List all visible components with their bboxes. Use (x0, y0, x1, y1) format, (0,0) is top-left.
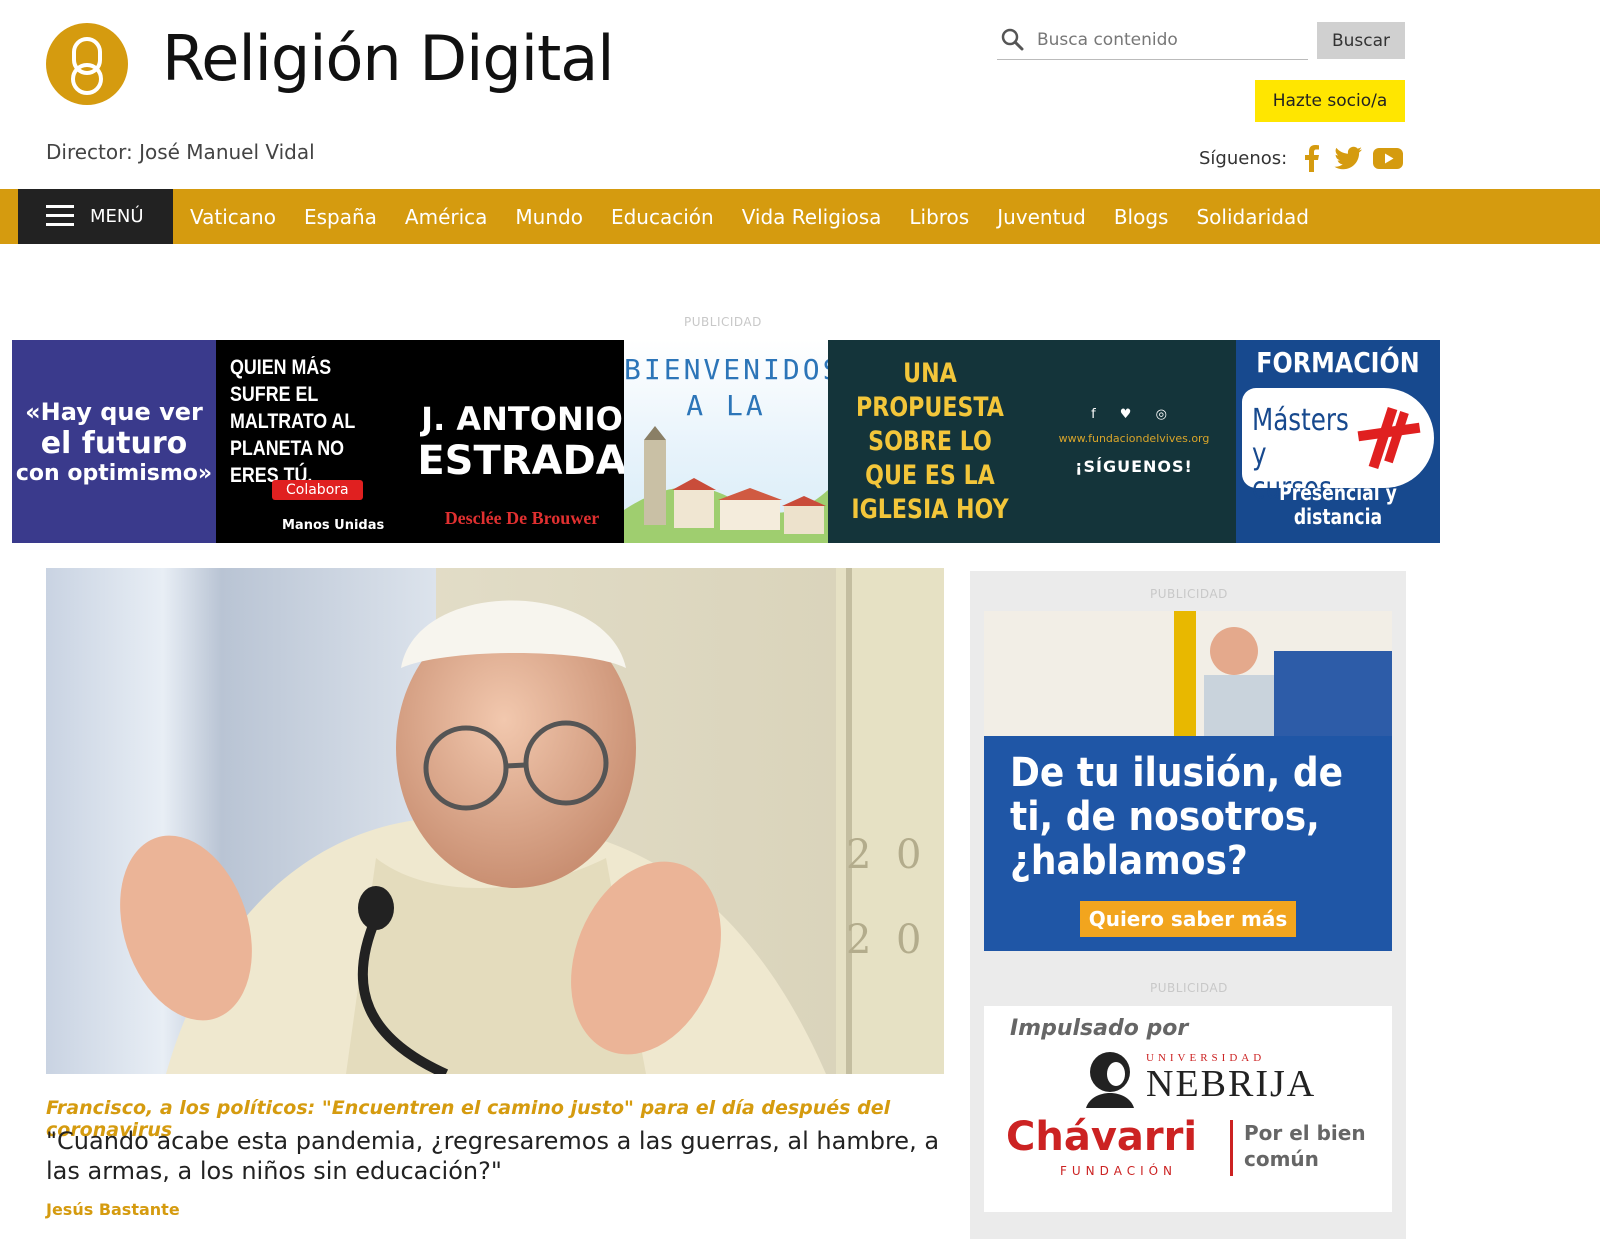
svg-text:0: 0 (896, 832, 921, 878)
ad-label: PUBLICIDAD (684, 315, 762, 329)
youtube-icon[interactable] (1372, 142, 1404, 174)
nav-items: Vaticano España América Mundo Educación … (190, 189, 1337, 244)
ad-text: el futuro (40, 425, 188, 461)
ad-text: J. ANTONIO (421, 399, 623, 438)
ad-tile-estrada[interactable]: J. ANTONIO ESTRADA Desclée De Brouwer (420, 340, 624, 543)
hero-illustration: 2 0 2 0 (46, 568, 944, 1074)
ad-text: Presencial y distancia (1279, 481, 1397, 529)
svg-text:2: 2 (846, 917, 871, 963)
ad-tile-futuro[interactable]: «Hay que ver el futuro con optimismo» (12, 340, 216, 543)
ad-tile-formacion[interactable]: FORMACIÓN Másters y cursos Presencial y … (1236, 340, 1440, 543)
story-headline[interactable]: "Cuando acabe esta pandemia, ¿regresarem… (46, 1126, 944, 1186)
ad-text: FUNDACIÓN (1060, 1164, 1178, 1178)
ad-pill: Másters y cursos (1242, 388, 1434, 506)
ad-tile-bienvenidos[interactable]: BIENVENIDOS A LA (624, 340, 828, 543)
nav-item-america[interactable]: América (405, 205, 488, 229)
ad-text: Impulsado por (1010, 1016, 1189, 1041)
site-title[interactable]: Religión Digital (162, 22, 614, 95)
ad-text: con optimismo» (15, 460, 213, 486)
nav-item-vaticano[interactable]: Vaticano (190, 205, 276, 229)
ad-text: NEBRIJA (1146, 1063, 1317, 1105)
facebook-icon[interactable] (1296, 142, 1328, 174)
classroom-illustration (984, 611, 1392, 741)
twitter-icon[interactable] (1332, 142, 1364, 174)
ad-divider (1230, 1120, 1233, 1176)
search-box (997, 22, 1308, 60)
director-credit: Director: José Manuel Vidal (46, 140, 315, 164)
ad-text: De tu ilusión, de ti, de nosotros, ¿habl… (1010, 750, 1344, 884)
quiero-saber-mas-button[interactable]: Quiero saber más (1080, 901, 1296, 937)
nav-item-vida-religiosa[interactable]: Vida Religiosa (742, 205, 882, 229)
nav-item-juventud[interactable]: Juventud (997, 205, 1086, 229)
menu-button[interactable]: MENÚ (18, 189, 173, 244)
search-input[interactable] (1037, 26, 1302, 54)
ad-publisher: Desclée De Brouwer (444, 508, 600, 528)
svg-text:0: 0 (896, 917, 921, 963)
hamburger-icon (46, 205, 74, 227)
ad-text: ¡SÍGUENOS! (1075, 457, 1193, 476)
ad-label: PUBLICIDAD (1150, 587, 1228, 601)
follow-label: Síguenos: (1199, 148, 1288, 169)
search-button[interactable]: Buscar (1317, 22, 1405, 59)
nav-item-solidaridad[interactable]: Solidaridad (1196, 205, 1308, 229)
ad-text: Chávarri (1006, 1114, 1198, 1160)
ad-tile-propuesta-iglesia[interactable]: UNA PROPUESTA SOBRE LO QUE ES LA IGLESIA… (828, 340, 1032, 543)
story-byline[interactable]: Jesús Bastante (46, 1200, 180, 1219)
ad-text: FORMACIÓN (1256, 346, 1420, 379)
ad-text: ESTRADA (420, 437, 624, 484)
ad-text: «Hay que ver (25, 397, 203, 426)
menu-label: MENÚ (90, 206, 144, 227)
hazte-socio-button[interactable]: Hazte socio/a (1255, 80, 1405, 122)
ad-social-icons: f ♥ ◎ (1091, 407, 1177, 422)
ad-url: www.fundaciondelvives.org (1058, 432, 1210, 445)
town-illustration (624, 426, 828, 543)
sidebar: PUBLICIDAD De tu ilusión, de ti, de noso… (970, 571, 1406, 1239)
sidebar-ad-hablamos[interactable]: De tu ilusión, de ti, de nosotros, ¿habl… (984, 611, 1392, 951)
ad-text: UNA PROPUESTA SOBRE LO QUE ES LA IGLESIA… (851, 357, 1009, 525)
main-nav: MENÚ Vaticano España América Mundo Educa… (0, 189, 1600, 244)
ad-text: Por el bien común (1244, 1121, 1366, 1171)
site-header: Religión Digital Director: José Manuel V… (0, 0, 1600, 189)
nav-item-espana[interactable]: España (304, 205, 377, 229)
nav-item-blogs[interactable]: Blogs (1114, 205, 1169, 229)
cross-logo-icon (1357, 406, 1421, 470)
ad-tile-fundacion-vives[interactable]: f ♥ ◎ www.fundaciondelvives.org ¡SÍGUENO… (1032, 340, 1236, 543)
religion-digital-logo-icon[interactable] (46, 23, 128, 105)
nav-item-educacion[interactable]: Educación (611, 205, 714, 229)
ad-tile-manos-unidas[interactable]: QUIEN MÁS SUFRE EL MALTRATO AL PLANETA N… (216, 340, 420, 543)
hero-image-pope-francis[interactable]: 2 0 2 0 (46, 568, 944, 1074)
nebrija-portrait-icon (1086, 1052, 1134, 1108)
ad-text: QUIEN MÁS SUFRE EL MALTRATO AL PLANETA N… (230, 356, 355, 487)
sidebar-ad-nebrija-chavarri[interactable]: Impulsado por UNIVERSIDAD NEBRIJA Chávar… (984, 1006, 1392, 1212)
ad-brand: Manos Unidas (282, 518, 385, 533)
ad-banner[interactable]: «Hay que ver el futuro con optimismo» QU… (12, 340, 1440, 543)
ad-label: PUBLICIDAD (1150, 981, 1228, 995)
nav-item-mundo[interactable]: Mundo (515, 205, 583, 229)
svg-text:2: 2 (846, 832, 871, 878)
nav-item-libros[interactable]: Libros (909, 205, 969, 229)
ad-colabora-badge: Colabora (272, 480, 363, 500)
search-icon (1001, 28, 1024, 51)
